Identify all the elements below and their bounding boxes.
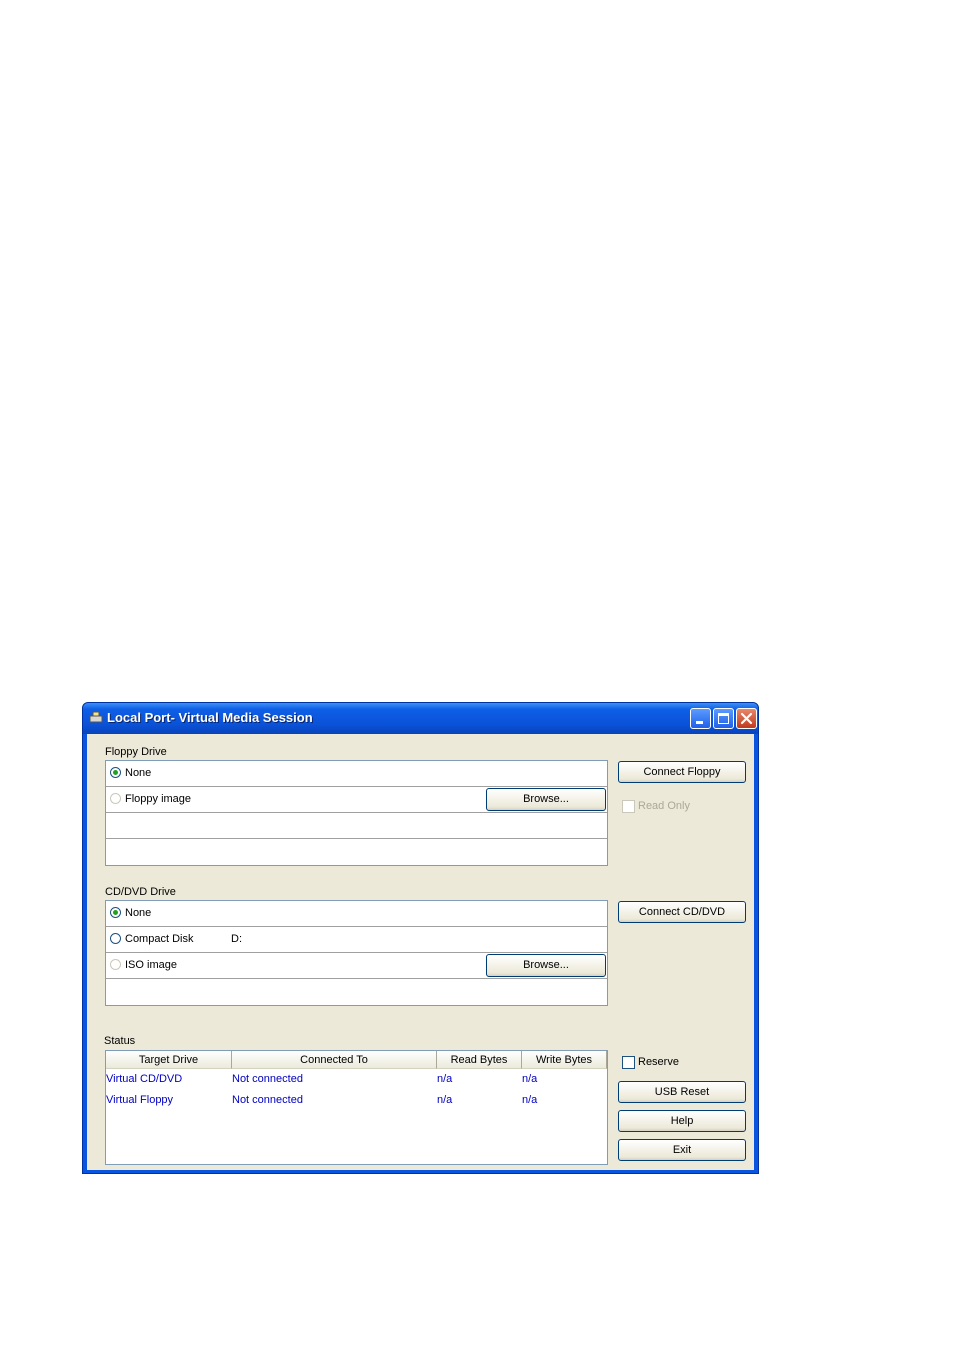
compact-disk-label: Compact Disk [125, 933, 194, 945]
read-only-label: Read Only [638, 800, 690, 812]
compact-disk-row[interactable]: Compact Disk D: [106, 927, 607, 953]
cddvd-drive-label: CD/DVD Drive [105, 886, 176, 898]
maximize-button[interactable] [713, 708, 734, 729]
floppy-image-row[interactable]: Floppy image Browse... [106, 787, 607, 813]
floppy-drive-label: Floppy Drive [105, 746, 167, 758]
cddvd-none-row[interactable]: None [106, 901, 607, 927]
target-drive-cell: Virtual Floppy [106, 1094, 174, 1106]
write-bytes-cell: n/a [522, 1073, 538, 1085]
help-button[interactable]: Help [618, 1110, 746, 1132]
status-label: Status [104, 1035, 136, 1047]
floppy-drive-panel: None Floppy image Browse... [105, 760, 608, 866]
reserve-checkbox[interactable] [622, 1056, 635, 1069]
column-header-write-bytes[interactable]: Write Bytes [522, 1051, 607, 1069]
connect-cddvd-button[interactable]: Connect CD/DVD [618, 901, 746, 923]
iso-image-label: ISO image [125, 959, 177, 971]
minimize-button[interactable] [690, 708, 711, 729]
compact-disk-drive-letter: D: [231, 933, 242, 945]
floppy-image-radio[interactable] [110, 793, 121, 804]
connect-floppy-button[interactable]: Connect Floppy [618, 761, 746, 783]
radio-selected-dot [113, 910, 118, 915]
window-title: Local Port- Virtual Media Session [107, 710, 313, 725]
close-button[interactable] [736, 708, 757, 729]
app-icon [89, 711, 103, 723]
minimize-icon [696, 721, 703, 724]
read-only-checkbox[interactable] [622, 800, 635, 813]
radio-selected-dot [113, 770, 118, 775]
column-header-target-drive[interactable]: Target Drive [106, 1051, 232, 1069]
floppy-image-label: Floppy image [125, 793, 192, 805]
reserve-label: Reserve [638, 1056, 679, 1068]
virtual-media-window: Local Port- Virtual Media Session Floppy… [82, 702, 759, 1174]
cddvd-none-label: None [125, 907, 152, 919]
compact-disk-radio[interactable] [110, 933, 121, 944]
read-bytes-cell: n/a [437, 1094, 453, 1106]
title-bar[interactable]: Local Port- Virtual Media Session [83, 703, 758, 734]
column-header-read-bytes[interactable]: Read Bytes [437, 1051, 522, 1069]
iso-browse-button[interactable]: Browse... [486, 954, 606, 977]
column-header-connected-to[interactable]: Connected To [232, 1051, 437, 1069]
floppy-none-label: None [125, 767, 152, 779]
target-drive-cell: Virtual CD/DVD [106, 1073, 183, 1085]
exit-button[interactable]: Exit [618, 1139, 746, 1161]
status-table: Target Drive Connected To Read Bytes Wri… [105, 1050, 608, 1165]
usb-reset-button[interactable]: USB Reset [618, 1081, 746, 1103]
floppy-empty-row [106, 839, 607, 865]
cddvd-none-radio[interactable] [110, 907, 121, 918]
window-client-area: Floppy Drive None Floppy image Browse...… [87, 734, 754, 1170]
close-icon [740, 712, 753, 725]
floppy-none-radio[interactable] [110, 767, 121, 778]
connected-to-cell: Not connected [232, 1094, 303, 1106]
floppy-none-row[interactable]: None [106, 761, 607, 787]
cddvd-empty-row [106, 979, 607, 1005]
connected-to-cell: Not connected [232, 1073, 303, 1085]
floppy-empty-row [106, 813, 607, 839]
write-bytes-cell: n/a [522, 1094, 538, 1106]
maximize-icon [718, 713, 729, 724]
iso-image-radio[interactable] [110, 959, 121, 970]
cddvd-drive-panel: None Compact Disk D: ISO image Browse... [105, 900, 608, 1006]
iso-image-row[interactable]: ISO image Browse... [106, 953, 607, 979]
read-bytes-cell: n/a [437, 1073, 453, 1085]
floppy-browse-button[interactable]: Browse... [486, 788, 606, 811]
